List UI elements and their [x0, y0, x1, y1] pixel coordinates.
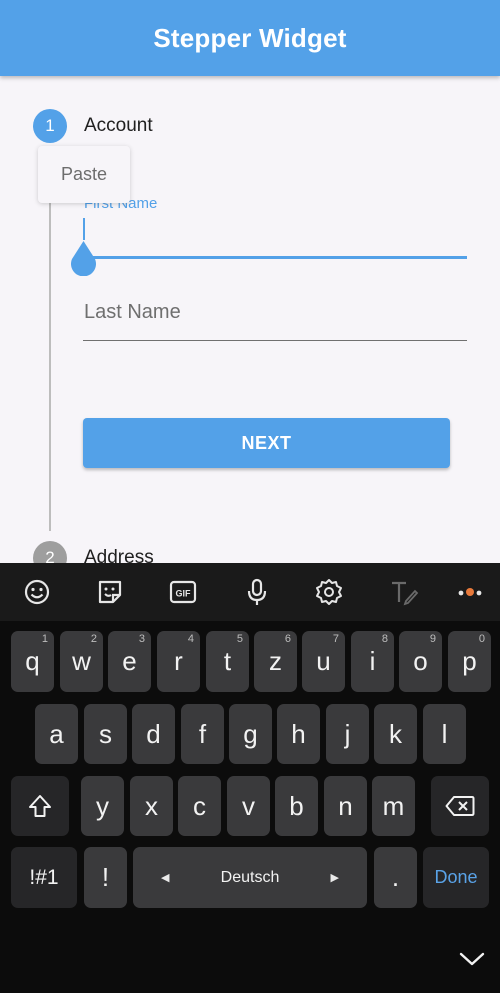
key-l[interactable]: l — [423, 704, 466, 764]
key-w[interactable]: w2 — [60, 631, 103, 692]
first-name-field[interactable] — [83, 256, 467, 259]
key-j[interactable]: j — [326, 704, 369, 764]
sticker-icon[interactable] — [92, 574, 128, 610]
backspace-key[interactable] — [431, 776, 489, 836]
key-o[interactable]: o9 — [399, 631, 442, 692]
key-h[interactable]: h — [277, 704, 320, 764]
more-icon[interactable] — [452, 574, 488, 610]
key-v[interactable]: v — [227, 776, 270, 836]
app-bar: Stepper Widget — [0, 0, 500, 76]
emoji-icon[interactable] — [19, 574, 55, 610]
key-t[interactable]: t5 — [206, 631, 249, 692]
key-m[interactable]: m — [372, 776, 415, 836]
settings-icon[interactable] — [311, 574, 347, 610]
last-name-field[interactable] — [84, 284, 468, 340]
keyboard-toolbar: GIF — [0, 563, 500, 621]
key-period[interactable]: . — [374, 847, 417, 908]
cursor-handle-icon[interactable] — [68, 241, 99, 276]
step-1-title[interactable]: Account — [84, 115, 153, 137]
key-u[interactable]: u7 — [302, 631, 345, 692]
text-cursor — [83, 218, 85, 240]
gif-label: GIF — [176, 589, 192, 599]
step-connector-line — [49, 148, 51, 531]
key-r[interactable]: r4 — [157, 631, 200, 692]
key-e[interactable]: e3 — [108, 631, 151, 692]
shift-key[interactable] — [11, 776, 69, 836]
backspace-icon — [445, 796, 475, 816]
symbols-key[interactable]: !#1 — [11, 847, 77, 908]
hide-keyboard-chevron-icon[interactable] — [455, 945, 489, 973]
paste-menu-label[interactable]: Paste — [61, 164, 107, 185]
space-key[interactable]: ◀ Deutsch ▶ — [133, 847, 367, 908]
handwriting-icon — [386, 574, 422, 610]
step-2-indicator[interactable]: 2 — [33, 541, 67, 563]
key-y[interactable]: y — [81, 776, 124, 836]
key-exclamation[interactable]: ! — [84, 847, 127, 908]
space-key-label: Deutsch — [220, 868, 280, 886]
cursor-right-icon: ▶ — [330, 872, 339, 884]
key-p[interactable]: p0 — [448, 631, 491, 692]
key-s[interactable]: s — [84, 704, 127, 764]
shift-icon — [29, 795, 51, 817]
step-1-indicator[interactable]: 1 — [33, 109, 67, 143]
step-2-title[interactable]: Address — [84, 547, 154, 563]
key-i[interactable]: i8 — [351, 631, 394, 692]
app-bar-title: Stepper Widget — [153, 22, 347, 53]
next-button[interactable]: NEXT — [83, 418, 450, 468]
soft-keyboard: GIF q1 w2 e3 r4 t5 z6 u7 i8 o9 p0 a s d … — [0, 563, 500, 993]
key-f[interactable]: f — [181, 704, 224, 764]
key-b[interactable]: b — [275, 776, 318, 836]
last-name-underline — [83, 340, 467, 341]
key-k[interactable]: k — [374, 704, 417, 764]
notification-dot — [466, 588, 474, 596]
key-z[interactable]: z6 — [254, 631, 297, 692]
key-c[interactable]: c — [178, 776, 221, 836]
paste-menu[interactable]: Paste — [38, 146, 130, 203]
mic-icon[interactable] — [239, 574, 275, 610]
key-d[interactable]: d — [132, 704, 175, 764]
key-q[interactable]: q1 — [11, 631, 54, 692]
done-key[interactable]: Done — [423, 847, 489, 908]
cursor-left-icon: ◀ — [161, 872, 170, 884]
key-x[interactable]: x — [130, 776, 173, 836]
key-a[interactable]: a — [35, 704, 78, 764]
app-screen: Stepper Widget 1 Account Paste First Nam… — [0, 0, 500, 563]
key-g[interactable]: g — [229, 704, 272, 764]
key-n[interactable]: n — [324, 776, 367, 836]
gif-icon[interactable]: GIF — [165, 574, 201, 610]
